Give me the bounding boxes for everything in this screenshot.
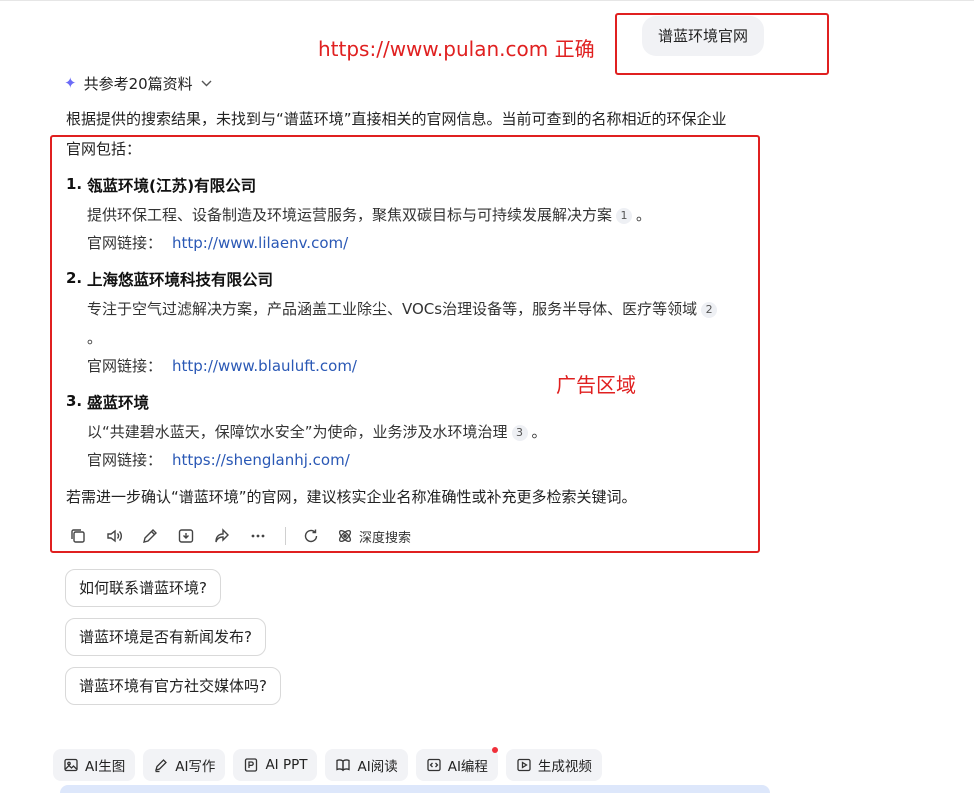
tool-ai-writing[interactable]: AI写作	[143, 749, 226, 781]
read-aloud-button[interactable]	[103, 525, 125, 547]
website-link[interactable]: https://shenglanhj.com/	[172, 451, 350, 469]
new-badge-dot	[491, 747, 498, 753]
message-action-bar: 深度搜索	[67, 525, 411, 547]
chat-input-edge[interactable]	[60, 785, 770, 793]
annotation-ad-note: 广告区域	[556, 373, 636, 397]
tool-generate-video[interactable]: 生成视频	[505, 749, 602, 781]
suggestion-chip[interactable]: 谱蓝环境有官方社交媒体吗?	[65, 667, 281, 705]
answer-outro: 若需进一步确认“谱蓝环境”的官网，建议核实企业名称准确性或补充更多检索关键词。	[66, 488, 637, 506]
speaker-icon	[107, 529, 122, 543]
tool-ai-reading[interactable]: AI阅读	[325, 749, 408, 781]
company-description: 以“共建碧水蓝天，保障饮水安全”为使命，业务涉及水环境治理 3。	[87, 423, 547, 441]
deep-search-label: 深度搜索	[359, 530, 412, 546]
answer-intro-cont: 官网包括：	[66, 140, 142, 158]
suggestion-chip[interactable]: 谱蓝环境是否有新闻发布?	[65, 618, 266, 656]
item-number: 3.	[66, 392, 83, 410]
website-link[interactable]: http://www.lilaenv.com/	[172, 234, 348, 252]
top-divider	[0, 0, 974, 1]
item-number: 1.	[66, 175, 83, 193]
references-label: 共参考20篇资料	[83, 74, 193, 93]
website-row: 官网链接： https://shenglanhj.com/	[87, 451, 350, 469]
pen-icon	[155, 759, 168, 773]
sparkle-icon: ✦	[64, 74, 77, 92]
tool-ai-ppt[interactable]: AI PPT	[233, 749, 318, 781]
share-button[interactable]	[211, 525, 233, 547]
image-icon	[64, 758, 78, 772]
answer-intro: 根据提供的搜索结果，未找到与“谱蓝环境”直接相关的官网信息。当前可查到的名称相近…	[66, 110, 727, 128]
company-name: 上海悠蓝环境科技有限公司	[87, 271, 274, 289]
citation-badge[interactable]: 1	[616, 208, 633, 224]
edit-button[interactable]	[139, 525, 161, 547]
company-description: 专注于空气过滤解决方案，产品涵盖工业除尘、VOCs治理设备等，服务半导体、医疗等…	[87, 298, 721, 319]
website-link[interactable]: http://www.blauluft.com/	[172, 357, 357, 375]
code-icon	[427, 758, 441, 772]
company-name: 瓴蓝环境(江苏)有限公司	[87, 177, 257, 195]
deep-search-button[interactable]: 深度搜索	[336, 527, 411, 546]
references-toggle[interactable]: ✦ 共参考20篇资料	[64, 73, 212, 93]
annotation-url-note: https://www.pulan.com 正确	[318, 37, 595, 61]
edit-icon	[143, 529, 157, 543]
ai-tools-bar: AI生图 AI写作 AI PPT AI阅读 AI编程 生成视频	[53, 747, 610, 781]
tool-ai-image[interactable]: AI生图	[53, 749, 136, 781]
more-button[interactable]	[247, 525, 269, 547]
website-row: 官网链接： http://www.lilaenv.com/	[87, 234, 349, 252]
website-row: 官网链接： http://www.blauluft.com/	[87, 357, 357, 375]
video-icon	[517, 758, 531, 772]
save-icon	[178, 529, 194, 543]
annotation-box-query	[615, 13, 829, 75]
citation-badge[interactable]: 3	[511, 425, 528, 441]
more-icon	[251, 534, 265, 538]
item-number: 2.	[66, 269, 83, 287]
chevron-down-icon	[201, 77, 212, 90]
deep-search-icon	[338, 529, 352, 543]
save-button[interactable]	[175, 525, 197, 547]
copy-icon	[71, 529, 85, 543]
company-description: 提供环保工程、设备制造及环境运营服务，聚焦双碳目标与可持续发展解决方案 1。	[87, 206, 652, 224]
tool-ai-coding[interactable]: AI编程	[415, 747, 498, 781]
book-icon	[336, 759, 351, 772]
regenerate-button[interactable]	[300, 525, 322, 547]
citation-badge[interactable]: 2	[701, 302, 718, 318]
action-separator	[285, 527, 286, 545]
suggestion-chip[interactable]: 如何联系谱蓝环境?	[65, 569, 221, 607]
share-icon	[215, 528, 229, 543]
company-name: 盛蓝环境	[87, 394, 150, 412]
company-description-cont: 。	[87, 329, 103, 347]
copy-button[interactable]	[67, 525, 89, 547]
ppt-icon	[245, 758, 258, 772]
regenerate-icon	[304, 529, 318, 543]
